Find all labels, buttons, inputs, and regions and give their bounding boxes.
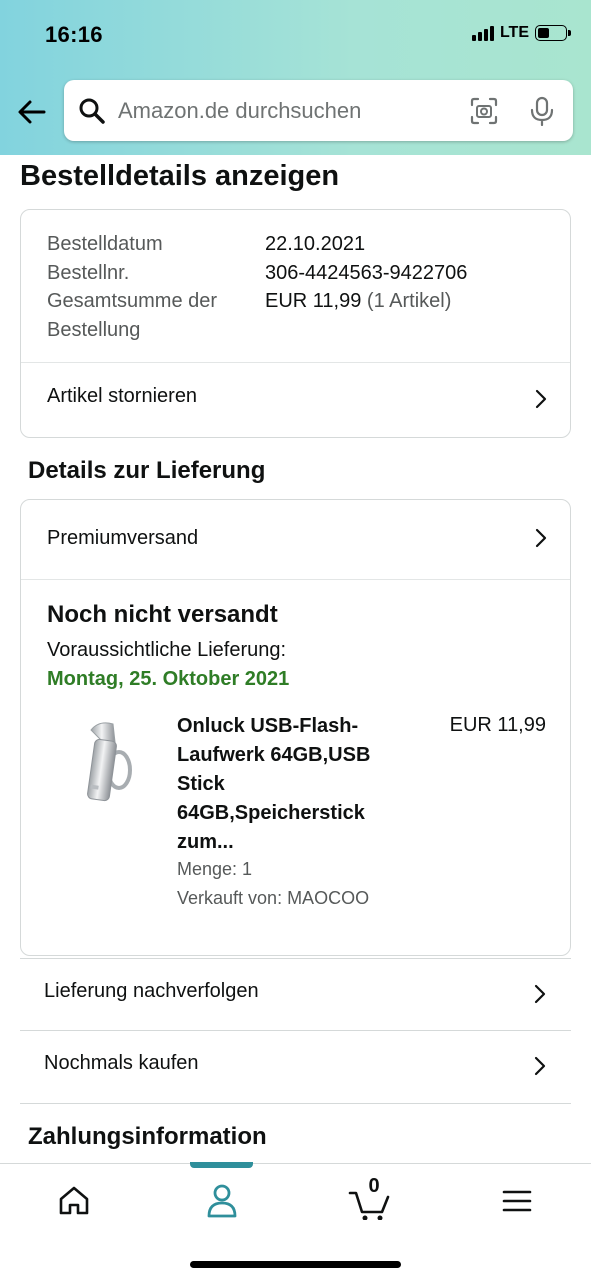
product-image[interactable] xyxy=(69,712,145,812)
microphone-icon[interactable] xyxy=(529,96,555,126)
page-title: Bestelldetails anzeigen xyxy=(20,160,340,192)
delivery-section-title: Details zur Lieferung xyxy=(28,457,266,484)
divider xyxy=(21,579,570,580)
chevron-right-icon xyxy=(535,528,547,548)
back-arrow-icon[interactable] xyxy=(16,96,48,128)
order-number-value: 306-4424563-9422706 xyxy=(265,262,468,284)
shipping-method-row[interactable]: Premiumversand xyxy=(21,500,570,579)
account-icon[interactable] xyxy=(198,1180,246,1220)
camera-scan-icon[interactable] xyxy=(469,96,499,126)
home-indicator xyxy=(190,1261,401,1268)
order-total-label-line1: Gesamtsumme der xyxy=(47,290,218,312)
payment-section-title: Zahlungsinformation xyxy=(28,1123,267,1150)
chevron-right-icon xyxy=(534,1056,546,1076)
shipping-status: Noch nicht versandt xyxy=(47,601,278,628)
order-total-value: EUR 11,99 (1 Artikel) xyxy=(265,287,451,315)
status-time: 16:16 xyxy=(45,22,103,47)
order-summary-card: Bestelldatum 22.10.2021 Bestellnr. 306-4… xyxy=(20,209,571,438)
order-total-amount: EUR 11,99 xyxy=(265,290,362,312)
buy-again-row[interactable]: Nochmals kaufen xyxy=(20,1030,571,1102)
home-icon[interactable] xyxy=(50,1180,98,1220)
network-type: LTE xyxy=(499,24,529,41)
track-delivery-label: Lieferung nachverfolgen xyxy=(44,980,259,1002)
cart-count-badge: 0 xyxy=(368,1175,380,1197)
track-delivery-row[interactable]: Lieferung nachverfolgen xyxy=(20,958,571,1030)
order-item-count: (1 Artikel) xyxy=(366,290,452,312)
search-placeholder: Amazon.de durchsuchen xyxy=(118,97,362,123)
menu-icon[interactable] xyxy=(493,1180,541,1220)
buy-again-label: Nochmals kaufen xyxy=(44,1052,199,1074)
chevron-right-icon xyxy=(535,389,547,409)
cancel-items-row[interactable]: Artikel stornieren xyxy=(21,363,570,437)
signal-icon xyxy=(471,25,494,41)
search-icon xyxy=(79,98,105,124)
shipping-method-label: Premiumversand xyxy=(47,527,199,549)
eta-date: Montag, 25. Oktober 2021 xyxy=(47,668,290,690)
active-tab-indicator xyxy=(190,1162,253,1168)
app-header: 16:16 LTE Amazon.de durchsuchen xyxy=(0,0,591,155)
order-date-value: 22.10.2021 xyxy=(265,233,366,255)
divider xyxy=(20,1103,571,1104)
status-indicators: LTE xyxy=(471,24,571,42)
product-quantity: Menge: 1 xyxy=(177,859,253,879)
order-date-label: Bestelldatum xyxy=(47,233,163,255)
delivery-card: Premiumversand Noch nicht versandt Vorau… xyxy=(20,499,571,956)
eta-label: Voraussichtliche Lieferung: xyxy=(47,639,287,661)
cancel-items-label: Artikel stornieren xyxy=(47,385,198,407)
product-seller: Verkauft von: MAOCOO xyxy=(177,888,370,908)
order-total-label-line2: Bestellung xyxy=(47,319,141,341)
product-title-link[interactable]: Onluck USB-Flash-Laufwerk 64GB,USB Stick… xyxy=(177,712,402,857)
search-input[interactable]: Amazon.de durchsuchen xyxy=(64,80,573,141)
chevron-right-icon xyxy=(534,984,546,1004)
order-number-label: Bestellnr. xyxy=(47,262,130,284)
product-price: EUR 11,99 xyxy=(449,714,546,736)
battery-icon xyxy=(535,25,571,41)
